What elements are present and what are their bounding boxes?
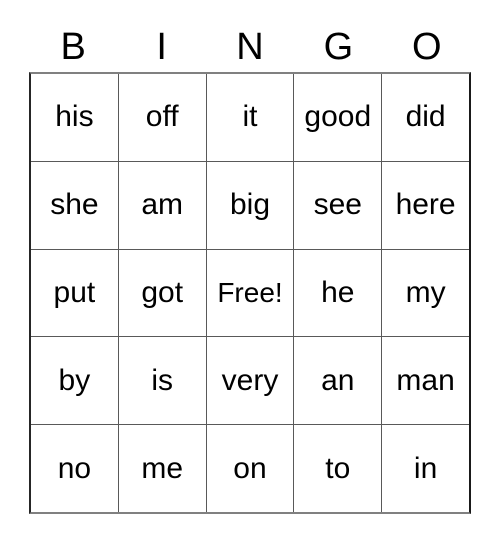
bingo-cell[interactable]: put [31, 249, 118, 337]
bingo-cell[interactable]: he [293, 249, 382, 337]
bingo-row: she am big see here [31, 160, 469, 249]
bingo-header-row: B I N G O [29, 22, 471, 72]
bingo-cell[interactable]: on [205, 425, 294, 512]
bingo-row: his off it good did [31, 74, 469, 161]
bingo-card: B I N G O his off it good did she am big… [0, 0, 500, 544]
bingo-cell-label: on [233, 451, 267, 485]
bingo-cell[interactable]: big [205, 161, 294, 249]
bingo-cell-label: see [313, 188, 362, 222]
bingo-cell[interactable]: am [117, 161, 206, 249]
bingo-cell-label: am [141, 188, 184, 222]
bingo-header-letter-o: O [412, 26, 442, 68]
bingo-cell-label: my [405, 275, 446, 309]
bingo-cell-label: man [396, 363, 455, 397]
bingo-cell[interactable]: good [293, 74, 382, 161]
bingo-header-letter-n: N [236, 26, 264, 68]
bingo-cell[interactable]: my [381, 249, 469, 337]
bingo-cell[interactable]: very [205, 337, 294, 425]
bingo-cell[interactable]: off [117, 74, 206, 161]
bingo-header-letter-b: B [60, 26, 86, 68]
bingo-grid: his off it good did she am big see here … [29, 72, 471, 514]
bingo-cell[interactable]: an [293, 337, 382, 425]
bingo-cell[interactable]: to [293, 425, 382, 512]
bingo-cell-label: is [151, 363, 174, 397]
bingo-cell-label: good [304, 100, 372, 134]
bingo-cell-label: off [145, 100, 179, 134]
bingo-cell-label: he [321, 275, 355, 309]
bingo-cell-label: did [405, 100, 446, 134]
bingo-cell-label: to [325, 451, 351, 485]
bingo-cell[interactable]: man [381, 337, 469, 425]
bingo-free-space-cell[interactable]: Free! [205, 249, 294, 337]
bingo-cell-label: got [141, 275, 184, 309]
bingo-cell-label: no [57, 451, 92, 485]
bingo-row: by is very an man [31, 336, 469, 425]
bingo-cell-label: big [229, 188, 271, 222]
bingo-header-letter-i: I [156, 26, 167, 68]
bingo-cell[interactable]: no [31, 425, 118, 512]
bingo-cell-label: in [413, 451, 438, 485]
bingo-cell-label: me [141, 451, 184, 485]
bingo-cell-label: by [58, 363, 91, 397]
bingo-cell-label: put [53, 275, 96, 309]
bingo-cell[interactable]: it [205, 74, 294, 161]
bingo-row: no me on to in [31, 424, 469, 512]
bingo-row: put got Free! he my [31, 248, 469, 337]
bingo-cell[interactable]: she [31, 161, 118, 249]
bingo-cell[interactable]: did [381, 74, 469, 161]
bingo-cell-label: very [221, 363, 279, 397]
bingo-cell-label: his [55, 100, 94, 134]
bingo-cell[interactable]: his [31, 74, 118, 161]
bingo-cell[interactable]: in [381, 425, 469, 512]
bingo-header-letter-g: G [323, 26, 354, 68]
bingo-cell[interactable]: see [293, 161, 382, 249]
bingo-cell[interactable]: is [117, 337, 206, 425]
bingo-free-space-label: Free! [217, 276, 283, 308]
bingo-cell[interactable]: by [31, 337, 118, 425]
bingo-cell-label: an [321, 363, 355, 397]
bingo-cell[interactable]: me [117, 425, 206, 512]
bingo-cell[interactable]: here [381, 161, 469, 249]
bingo-cell-label: it [242, 100, 258, 134]
bingo-cell-label: she [50, 188, 99, 222]
bingo-cell-label: here [395, 188, 456, 222]
bingo-cell[interactable]: got [117, 249, 206, 337]
